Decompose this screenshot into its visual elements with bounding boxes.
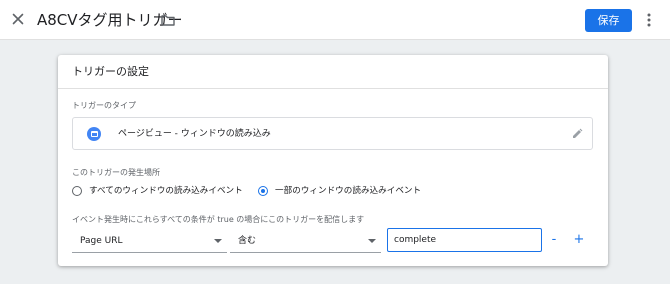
variable-select[interactable]: Page URL [72,229,227,253]
radio-some-window-loads[interactable]: 一部のウィンドウの読み込みイベント [258,184,421,198]
trigger-type-value: ページビュー - ウィンドウの読み込み [118,129,271,139]
radio-button[interactable] [72,186,82,196]
card-title: トリガーの設定 [72,65,149,78]
top-bar: A8CVタグ用トリガー 保存 [0,0,670,40]
more-vert-icon[interactable] [642,10,656,30]
page-view-icon [87,127,101,141]
card-divider [58,88,608,89]
radio-button-selected[interactable] [258,186,268,196]
trigger-config-card: トリガーの設定 トリガーのタイプ ページビュー - ウィンドウの読み込み このト… [58,55,608,266]
dropdown-arrow-icon [214,239,222,243]
radio-label: すべてのウィンドウの読み込みイベント [89,186,243,196]
save-button[interactable]: 保存 [585,9,632,32]
remove-condition-button[interactable]: - [547,232,561,248]
condition-value-input[interactable] [387,228,542,252]
dropdown-arrow-icon [368,239,376,243]
close-icon[interactable] [8,9,28,29]
fire-on-label: このトリガーの発生場所 [72,168,160,177]
trigger-type-label: トリガーのタイプ [72,101,136,110]
variable-select-value: Page URL [80,236,123,246]
condition-label: イベント発生時にこれらすべての条件が true の場合にこのトリガーを配信します [72,215,365,224]
trigger-type-selector[interactable]: ページビュー - ウィンドウの読み込み [72,117,593,150]
operator-select-value: 含む [238,236,257,246]
add-condition-button[interactable]: + [572,232,586,248]
operator-select[interactable]: 含む [230,229,381,253]
pencil-icon[interactable] [570,127,584,141]
radio-all-window-loads[interactable]: すべてのウィンドウの読み込みイベント [72,184,243,198]
radio-label: 一部のウィンドウの読み込みイベント [275,186,422,196]
folder-icon[interactable] [159,12,177,28]
